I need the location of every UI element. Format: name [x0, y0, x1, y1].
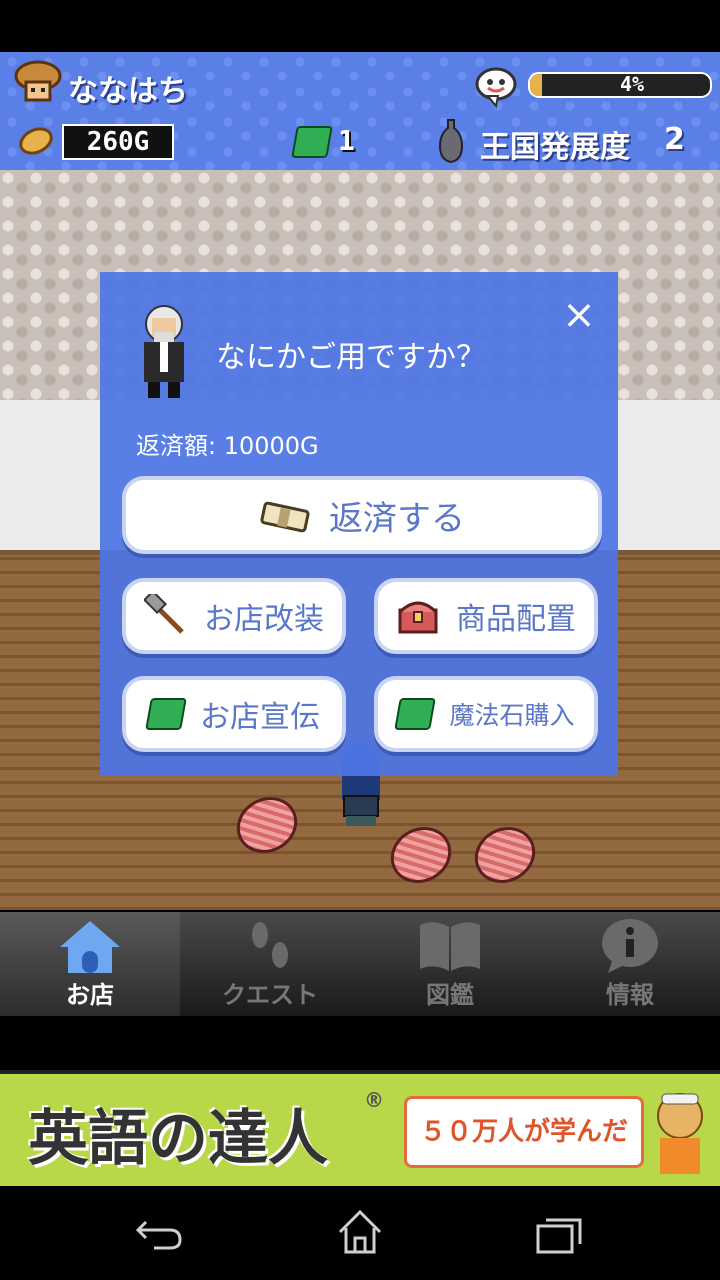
- kingdom-development-label: 王国発展度: [480, 130, 630, 165]
- coin-icon: [19, 127, 53, 155]
- kingdom-development-level: 2: [664, 122, 685, 157]
- ad-title: 英語の達人: [28, 1104, 328, 1174]
- close-button[interactable]: ×: [556, 292, 602, 338]
- buy-magic-stones-button[interactable]: 魔法石購入: [374, 676, 598, 752]
- treasure-chest-icon: [398, 601, 438, 634]
- dog-mascot-icon: [657, 1093, 703, 1174]
- home-icon[interactable]: [336, 1208, 384, 1256]
- status-bar: [0, 0, 720, 52]
- renovate-shop-button[interactable]: お店改装: [122, 578, 346, 654]
- tab-encyclopedia[interactable]: 図鑑: [360, 912, 540, 1016]
- tab-encyclopedia-label: 図鑑: [426, 981, 474, 1009]
- bottom-tab-bar: お店 クエスト 図鑑 情報: [0, 912, 720, 1016]
- repay-amount: 返済額: 10000G: [136, 432, 319, 460]
- advertise-shop-button[interactable]: お店宣伝: [122, 676, 346, 752]
- info-icon: [602, 919, 658, 973]
- tab-quest-label: クエスト: [222, 981, 318, 1009]
- footprints-icon: [252, 922, 288, 968]
- book-icon: [420, 922, 480, 971]
- mushroom-avatar-icon: [14, 60, 62, 102]
- registered-mark: ®: [364, 1088, 384, 1112]
- magic-stone-icon: [145, 698, 187, 730]
- gold-value: 260G: [86, 127, 150, 157]
- hammer-icon: [144, 594, 184, 634]
- vase-icon: [438, 119, 464, 164]
- development-progress-bar: 4%: [528, 72, 712, 98]
- elder-npc-portrait: [144, 305, 184, 398]
- repay-button[interactable]: 返済する: [122, 476, 602, 554]
- renovate-shop-label: お店改装: [204, 602, 324, 637]
- hud: ななはち 4% 260G 1 王国発展度 2: [0, 52, 720, 170]
- system-navigation-bar: [0, 1186, 720, 1280]
- place-items-label: 商品配置: [456, 602, 576, 637]
- progress-fill: [530, 74, 542, 96]
- ad-subtitle: ５０万人が学んだ: [419, 1117, 628, 1147]
- progress-text: 4%: [620, 72, 645, 96]
- player-name: ななはち: [68, 74, 188, 109]
- back-icon[interactable]: [134, 1214, 186, 1254]
- tab-quest[interactable]: クエスト: [180, 912, 360, 1016]
- ad-subtitle-box: ５０万人が学んだ: [404, 1096, 644, 1168]
- speech-bubble-icon: [475, 67, 517, 108]
- buy-magic-stones-label: 魔法石購入: [449, 701, 575, 730]
- tab-shop[interactable]: お店: [0, 912, 180, 1016]
- tab-shop-label: お店: [66, 981, 114, 1009]
- ad-banner[interactable]: 英語の達人 ® ５０万人が学んだ: [0, 1070, 720, 1190]
- magic-stone-icon: [291, 126, 333, 158]
- advertise-shop-label: お店宣伝: [200, 700, 320, 735]
- place-items-button[interactable]: 商品配置: [374, 578, 598, 654]
- gold-counter: 260G: [62, 124, 174, 160]
- house-icon: [60, 921, 120, 973]
- magic-stone-icon: [394, 698, 437, 730]
- dialog-message: なにかご用ですか？: [216, 340, 486, 375]
- repay-button-label: 返済する: [329, 498, 465, 539]
- tab-info-label: 情報: [606, 981, 654, 1009]
- money-bundle-icon: [260, 501, 310, 533]
- magic-stone-count: 1: [338, 124, 355, 157]
- tab-info[interactable]: 情報: [540, 912, 720, 1016]
- recent-apps-icon[interactable]: [534, 1212, 584, 1256]
